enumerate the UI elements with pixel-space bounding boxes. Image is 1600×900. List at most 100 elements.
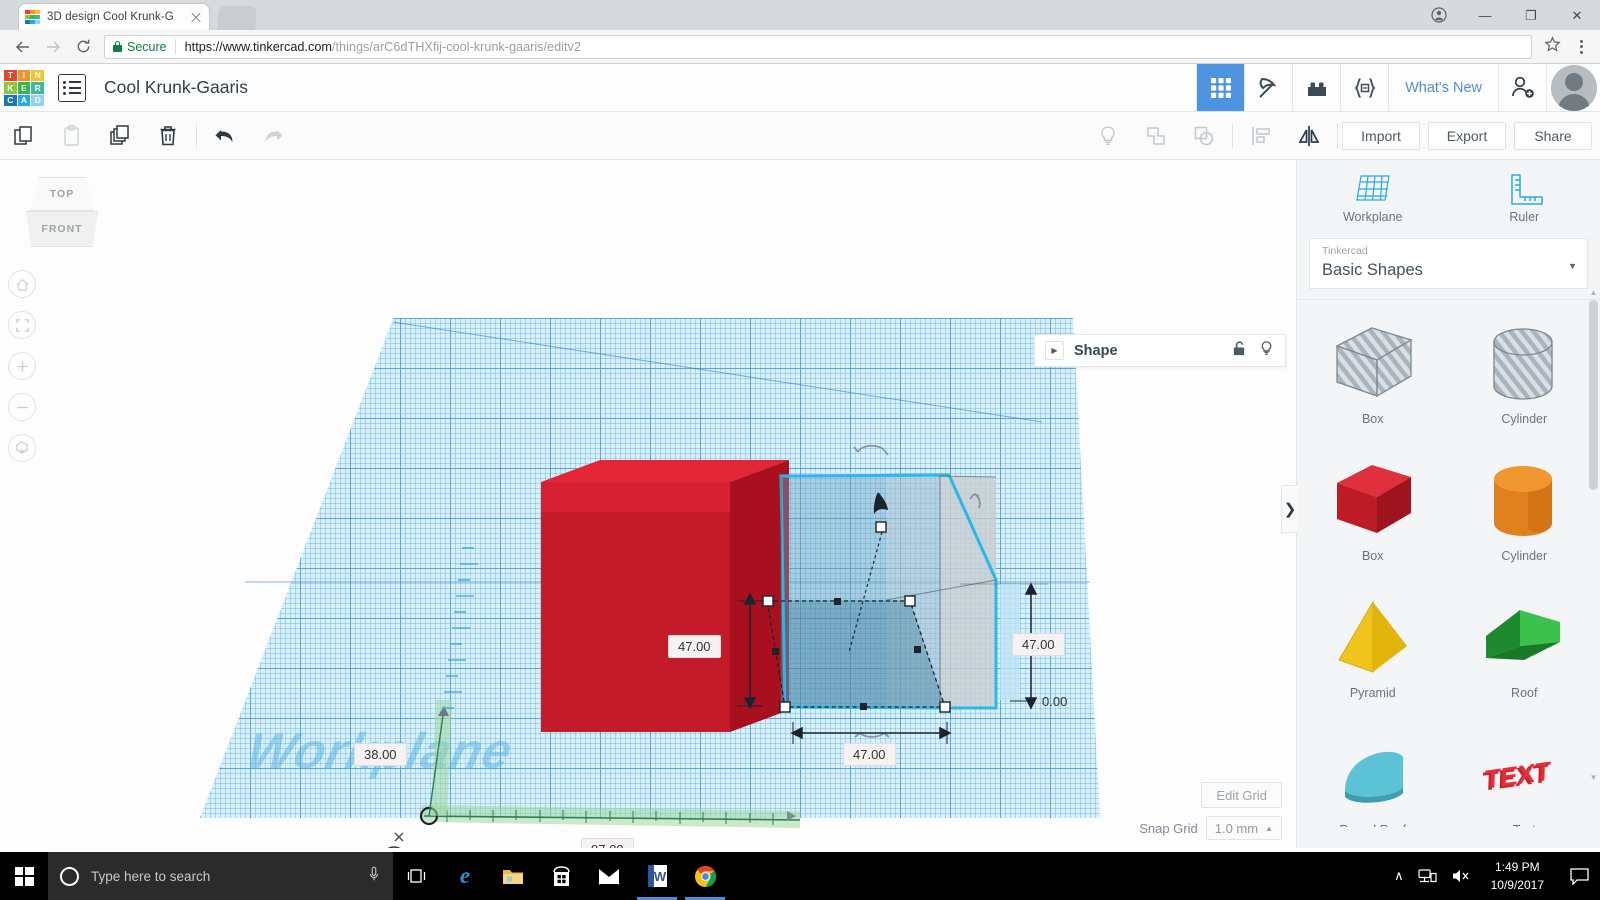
tray-chevron-icon[interactable]: ∧ [1394, 868, 1404, 884]
address-bar-url: https://www.tinkercad.com/things/arC6dTH… [185, 40, 581, 54]
selected-box-height-label[interactable]: 47.00 [1012, 633, 1065, 656]
view-cube-front-face[interactable]: FRONT [26, 211, 98, 247]
ungroup-icon[interactable] [1180, 112, 1228, 160]
task-view-icon[interactable] [393, 852, 441, 900]
view-cube[interactable]: TOP FRONT [22, 177, 102, 249]
back-arrow-icon[interactable] [8, 32, 38, 62]
shape-item-cylinder[interactable]: Cylinder [1449, 443, 1600, 578]
export-button[interactable]: Export [1428, 121, 1506, 150]
shape-item-hole-cylinder[interactable]: Cylinder [1449, 306, 1600, 441]
star-icon[interactable] [1544, 35, 1561, 58]
ruler-controls [387, 832, 404, 848]
view-cube-top-face[interactable]: TOP [30, 177, 94, 211]
zoom-out-icon[interactable] [8, 393, 36, 421]
tinkercad-logo[interactable]: T I N K E R C A D [0, 64, 48, 112]
browser-tab[interactable]: 3D design Cool Krunk-G [18, 3, 210, 30]
duplicate-icon[interactable] [96, 112, 144, 160]
reload-icon[interactable] [68, 32, 98, 62]
shape-item-roof[interactable]: Roof [1449, 580, 1600, 715]
profile-icon[interactable] [1416, 0, 1462, 30]
whats-new-link[interactable]: What's New [1388, 64, 1498, 111]
redo-icon[interactable] [249, 112, 297, 160]
edit-grid-button[interactable]: Edit Grid [1201, 782, 1282, 808]
paste-icon[interactable] [48, 112, 96, 160]
tab-close-icon[interactable] [189, 10, 203, 24]
action-center-icon[interactable] [1564, 867, 1594, 885]
library-name-label: Basic Shapes [1322, 260, 1423, 279]
user-avatar[interactable] [1546, 64, 1600, 111]
unlock-icon[interactable] [1231, 340, 1248, 362]
3d-viewport[interactable]: Workplane [0, 160, 1296, 848]
shape-item-round-roof[interactable]: Round Roof [1297, 717, 1449, 827]
list-menu-icon[interactable] [58, 73, 86, 102]
maximize-button[interactable]: ❐ [1508, 0, 1554, 30]
snap-grid-row: Snap Grid 1.0 mm ▲ [1139, 816, 1282, 840]
microphone-icon[interactable] [367, 866, 381, 887]
shape-panel[interactable]: ▶ Shape [1034, 334, 1286, 367]
shape-item-hole-box[interactable]: Box [1297, 306, 1449, 441]
zoom-in-icon[interactable] [8, 352, 36, 380]
shape-item-text[interactable]: TEXT TEXT Text [1449, 717, 1600, 827]
bricks-icon[interactable] [1292, 64, 1340, 111]
scroll-down-arrow-icon[interactable]: ▼ [1589, 773, 1598, 782]
red-box-offset-label[interactable]: 38.00 [354, 743, 407, 766]
network-icon[interactable] [1418, 868, 1437, 884]
codeblocks-icon[interactable] [1340, 64, 1388, 111]
import-button[interactable]: Import [1342, 121, 1420, 150]
windows-start-icon[interactable] [0, 852, 48, 900]
minimize-button[interactable]: — [1462, 0, 1508, 30]
ruler-length-label[interactable]: 97.00 [581, 838, 634, 848]
taskbar-search[interactable]: Type here to search [48, 852, 393, 900]
application-window: 3D design Cool Krunk-G — ❐ ✕ Secure http [0, 0, 1600, 900]
taskbar-clock[interactable]: 1:49 PM 10/9/2017 [1485, 858, 1550, 894]
kebab-menu-icon[interactable] [1570, 39, 1592, 54]
shape-label: Box [1361, 411, 1384, 426]
delete-trash-icon[interactable] [144, 112, 192, 160]
undo-icon[interactable] [201, 112, 249, 160]
scroll-up-arrow-icon[interactable]: ▲ [1589, 288, 1598, 297]
fit-to-view-icon[interactable] [8, 311, 36, 339]
shape-item-pyramid[interactable]: Pyramid [1297, 580, 1449, 715]
copy-icon[interactable] [0, 112, 48, 160]
shape-label: Pyramid [1349, 685, 1396, 700]
mirror-icon[interactable] [1285, 112, 1333, 160]
home-view-icon[interactable] [8, 270, 36, 298]
panel-scrollbar[interactable]: ▲ ▼ [1589, 288, 1598, 782]
add-person-icon[interactable] [1498, 64, 1546, 111]
lightbulb-icon[interactable] [1258, 340, 1275, 362]
address-bar[interactable]: Secure https://www.tinkercad.com/things/… [104, 34, 1532, 59]
design-grid-icon[interactable] [1196, 64, 1245, 111]
lightbulb-icon[interactable] [1084, 112, 1132, 160]
shape-label: Roof [1511, 685, 1538, 700]
workplane-tool-label: Workplane [1342, 210, 1403, 224]
workplane-tool[interactable]: Workplane [1297, 160, 1449, 230]
scrollbar-thumb[interactable] [1589, 300, 1598, 490]
mail-icon[interactable] [585, 852, 633, 900]
edge-icon[interactable]: e [441, 852, 489, 900]
hole-cylinder-icon [1493, 328, 1553, 400]
red-box-height-label[interactable]: 47.00 [668, 635, 721, 658]
close-button[interactable]: ✕ [1554, 0, 1600, 30]
shape-library-select[interactable]: Tinkercad Basic Shapes ▼ [1309, 238, 1588, 289]
shape-item-box[interactable]: Box [1297, 443, 1449, 578]
selected-box-base-label[interactable]: 0.00 [1033, 691, 1076, 712]
microsoft-store-icon[interactable] [537, 852, 585, 900]
forward-arrow-icon[interactable] [38, 32, 68, 62]
align-icon[interactable] [1237, 112, 1285, 160]
file-explorer-icon[interactable] [489, 852, 537, 900]
ruler-tool[interactable]: Ruler [1449, 160, 1600, 230]
volume-muted-icon[interactable] [1451, 868, 1471, 884]
chrome-icon[interactable] [681, 852, 729, 900]
document-title[interactable]: Cool Krunk-Gaaris [104, 77, 248, 98]
selected-box-width-label[interactable]: 47.00 [843, 743, 896, 766]
shape-library-select-wrap: Tinkercad Basic Shapes ▼ [1297, 230, 1600, 299]
shape-panel-expand-caret[interactable]: ▶ [1045, 341, 1064, 360]
blocks-pickaxe-icon[interactable] [1244, 64, 1292, 111]
share-button[interactable]: Share [1514, 121, 1592, 150]
group-icon[interactable] [1132, 112, 1180, 160]
snap-grid-select[interactable]: 1.0 mm ▲ [1205, 816, 1282, 840]
ortho-perspective-toggle-icon[interactable] [8, 434, 36, 462]
new-tab-button[interactable] [217, 6, 257, 30]
panel-collapse-button[interactable]: ❯ [1281, 485, 1298, 533]
word-icon[interactable]: W [633, 852, 681, 900]
